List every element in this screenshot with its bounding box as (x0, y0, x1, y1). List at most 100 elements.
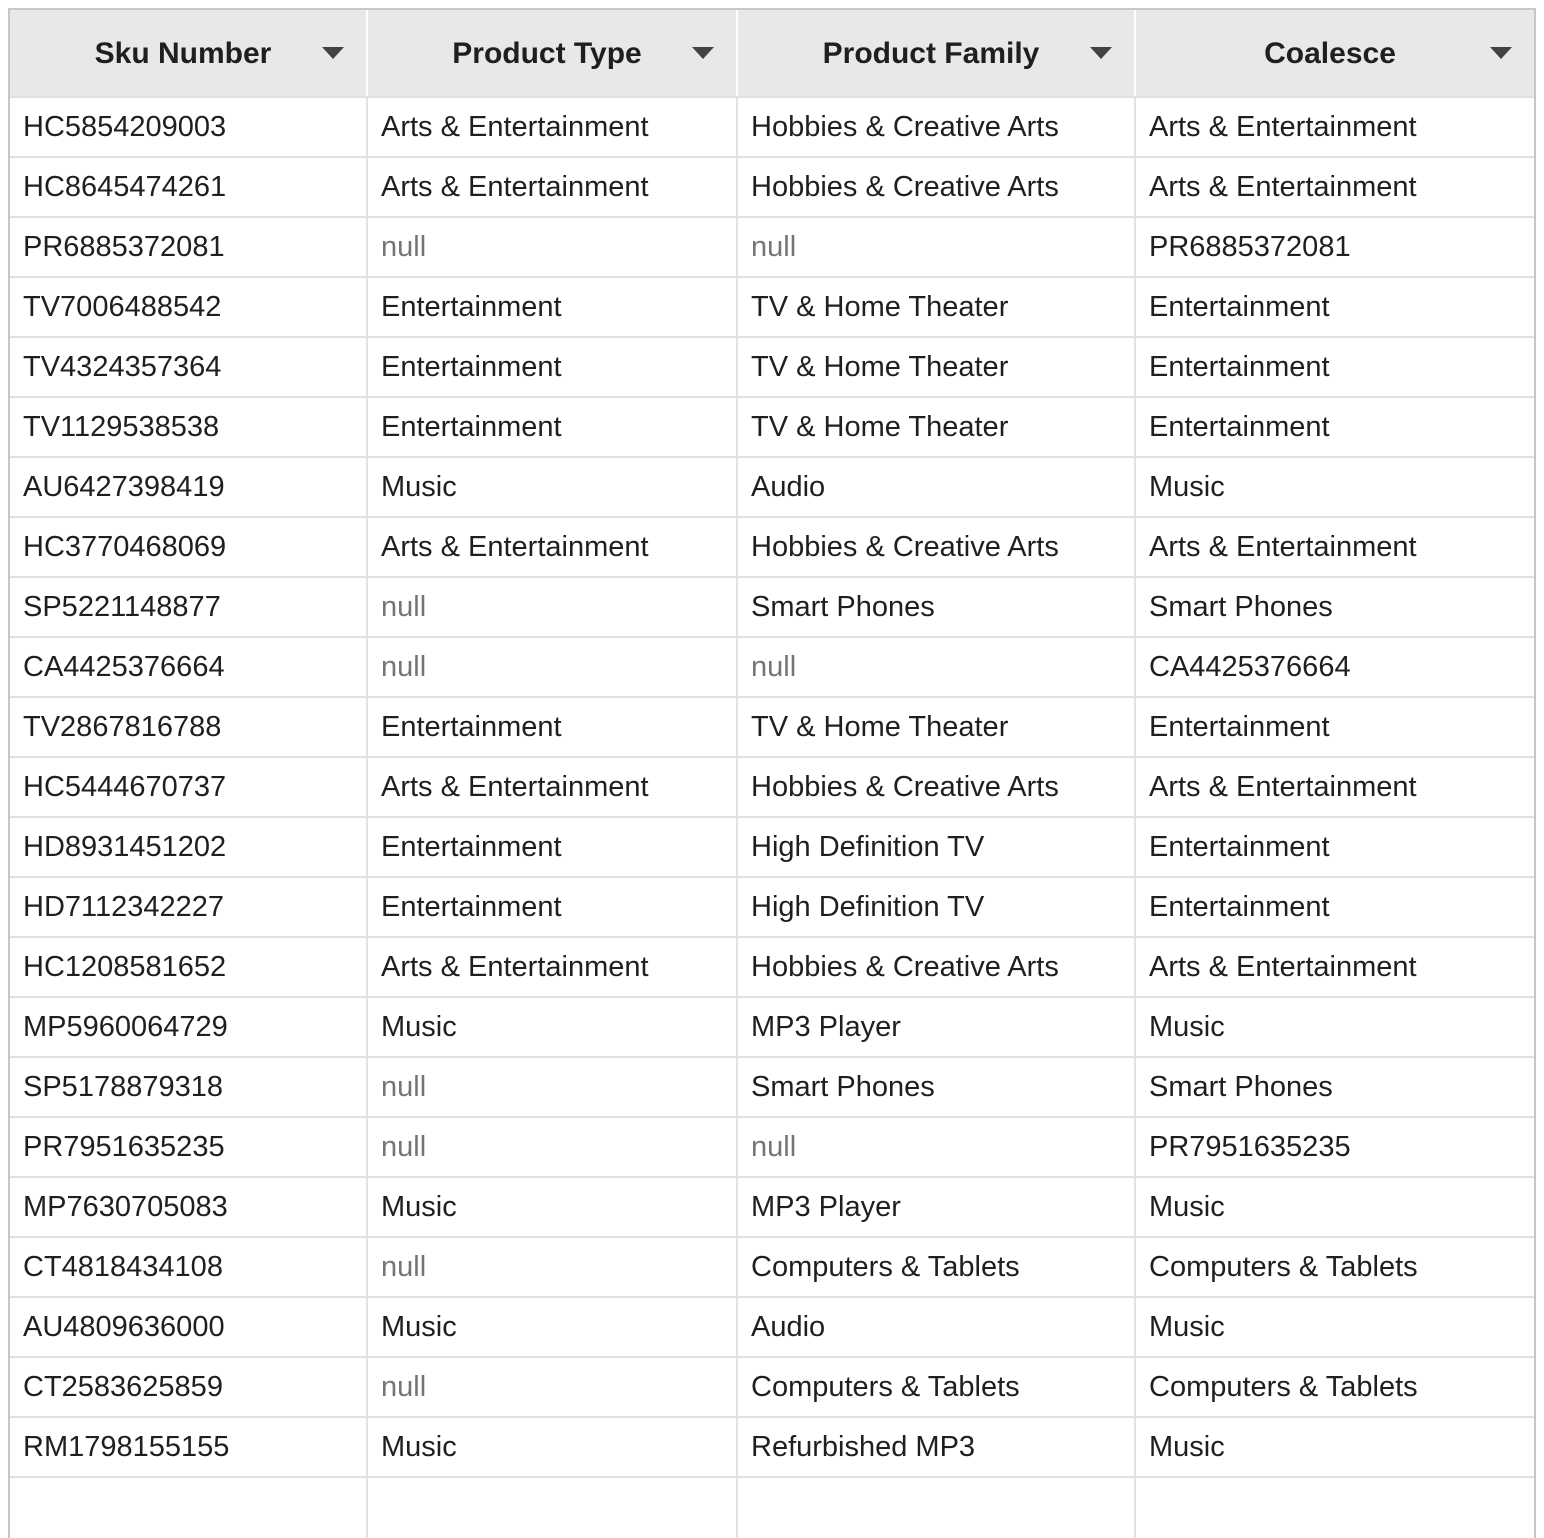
cell-product-type: Entertainment (366, 276, 736, 336)
cell-product-type: Arts & Entertainment (366, 936, 736, 996)
table-row: PR7951635235nullnullPR7951635235 (10, 1116, 1534, 1176)
data-table-container: Sku Number Product Type Product Family C… (8, 8, 1536, 1538)
cell-product-family: MP3 Player (736, 996, 1134, 1056)
cell-coalesce: Smart Phones (1134, 576, 1534, 636)
cell-product-family: Computers & Tablets (736, 1236, 1134, 1296)
dropdown-arrow-icon[interactable] (1490, 47, 1512, 59)
cell-product-family: Hobbies & Creative Arts (736, 756, 1134, 816)
dropdown-arrow-icon[interactable] (322, 47, 344, 59)
cell-product-type: Entertainment (366, 396, 736, 456)
cell-product-family (736, 1476, 1134, 1538)
table-row: SP5221148877nullSmart PhonesSmart Phones (10, 576, 1534, 636)
table-row: MP7630705083MusicMP3 PlayerMusic (10, 1176, 1534, 1236)
cell-sku-number: SP5221148877 (10, 576, 366, 636)
cell-product-type: Entertainment (366, 696, 736, 756)
cell-product-type: Arts & Entertainment (366, 156, 736, 216)
cell-coalesce: Arts & Entertainment (1134, 156, 1534, 216)
table-row: TV7006488542EntertainmentTV & Home Theat… (10, 276, 1534, 336)
cell-sku-number: SP5178879318 (10, 1056, 366, 1116)
cell-product-family: TV & Home Theater (736, 276, 1134, 336)
cell-coalesce: Music (1134, 1416, 1534, 1476)
table-header: Sku Number Product Type Product Family C… (10, 10, 1534, 96)
cell-product-family: High Definition TV (736, 816, 1134, 876)
dropdown-arrow-icon[interactable] (1090, 47, 1112, 59)
table-row: CT2583625859nullComputers & TabletsCompu… (10, 1356, 1534, 1416)
cell-product-family: TV & Home Theater (736, 396, 1134, 456)
column-header-product-family[interactable]: Product Family (736, 10, 1134, 96)
cell-product-type: null (366, 1356, 736, 1416)
cell-product-family: Computers & Tablets (736, 1356, 1134, 1416)
cell-product-type: null (366, 1056, 736, 1116)
cell-product-type: null (366, 636, 736, 696)
cell-coalesce: Entertainment (1134, 816, 1534, 876)
cell-product-type: Music (366, 456, 736, 516)
cell-product-type: Entertainment (366, 876, 736, 936)
table-row: CA4425376664nullnullCA4425376664 (10, 636, 1534, 696)
cell-product-type: null (366, 216, 736, 276)
cell-sku-number: HD8931451202 (10, 816, 366, 876)
table-row: HC8645474261Arts & EntertainmentHobbies … (10, 156, 1534, 216)
cell-product-family: Hobbies & Creative Arts (736, 516, 1134, 576)
table-row: MP5960064729MusicMP3 PlayerMusic (10, 996, 1534, 1056)
cell-product-family: null (736, 636, 1134, 696)
column-header-coalesce[interactable]: Coalesce (1134, 10, 1534, 96)
cell-product-family: MP3 Player (736, 1176, 1134, 1236)
table-row: PR6885372081nullnullPR6885372081 (10, 216, 1534, 276)
cell-coalesce: Music (1134, 1296, 1534, 1356)
cell-coalesce: Computers & Tablets (1134, 1356, 1534, 1416)
cell-coalesce: CA4425376664 (1134, 636, 1534, 696)
cell-product-family: null (736, 216, 1134, 276)
column-header-label: Product Type (452, 37, 651, 71)
cell-product-type: Arts & Entertainment (366, 516, 736, 576)
cell-product-type: null (366, 576, 736, 636)
cell-product-type: null (366, 1116, 736, 1176)
cell-sku-number: TV4324357364 (10, 336, 366, 396)
column-header-label: Product Family (823, 37, 1050, 71)
cell-sku-number: PR7951635235 (10, 1116, 366, 1176)
cell-sku-number: HD7112342227 (10, 876, 366, 936)
table-row: TV1129538538EntertainmentTV & Home Theat… (10, 396, 1534, 456)
cell-product-type: null (366, 1236, 736, 1296)
cell-coalesce: Computers & Tablets (1134, 1236, 1534, 1296)
cell-product-family: TV & Home Theater (736, 336, 1134, 396)
cell-sku-number: HC8645474261 (10, 156, 366, 216)
column-header-label: Coalesce (1264, 37, 1406, 71)
cell-product-family: Audio (736, 1296, 1134, 1356)
table-row: HC5444670737Arts & EntertainmentHobbies … (10, 756, 1534, 816)
cell-coalesce: Entertainment (1134, 336, 1534, 396)
table-row: TV2867816788EntertainmentTV & Home Theat… (10, 696, 1534, 756)
cell-sku-number: CT2583625859 (10, 1356, 366, 1416)
cell-sku-number: RM1798155155 (10, 1416, 366, 1476)
table-row: HC1208581652Arts & EntertainmentHobbies … (10, 936, 1534, 996)
column-header-label: Sku Number (95, 37, 282, 71)
cell-sku-number: MP5960064729 (10, 996, 366, 1056)
cell-product-type: Entertainment (366, 816, 736, 876)
cell-coalesce: PR7951635235 (1134, 1116, 1534, 1176)
column-header-sku-number[interactable]: Sku Number (10, 10, 366, 96)
table-row: HC5854209003Arts & EntertainmentHobbies … (10, 96, 1534, 156)
cell-product-family: Hobbies & Creative Arts (736, 936, 1134, 996)
table-row: HD7112342227EntertainmentHigh Definition… (10, 876, 1534, 936)
cell-coalesce: Entertainment (1134, 276, 1534, 336)
cell-coalesce: Music (1134, 456, 1534, 516)
table-header-row: Sku Number Product Type Product Family C… (10, 10, 1534, 96)
column-header-product-type[interactable]: Product Type (366, 10, 736, 96)
table-row: TV4324357364 EntertainmentTV & Home Theat… (10, 336, 1534, 396)
cell-sku-number: CA4425376664 (10, 636, 366, 696)
cell-coalesce: Music (1134, 1176, 1534, 1236)
cell-product-type: Music (366, 1416, 736, 1476)
cell-product-type: Music (366, 1296, 736, 1356)
cell-coalesce: Arts & Entertainment (1134, 96, 1534, 156)
cell-product-type: Music (366, 996, 736, 1056)
cell-sku-number: HC1208581652 (10, 936, 366, 996)
cell-product-family: High Definition TV (736, 876, 1134, 936)
cell-sku-number (10, 1476, 366, 1538)
cell-product-family: Refurbished MP3 (736, 1416, 1134, 1476)
dropdown-arrow-icon[interactable] (692, 47, 714, 59)
cell-product-type (366, 1476, 736, 1538)
cell-product-family: Smart Phones (736, 576, 1134, 636)
cell-coalesce: Arts & Entertainment (1134, 936, 1534, 996)
table-body: HC5854209003Arts & EntertainmentHobbies … (10, 96, 1534, 1538)
cell-sku-number: AU6427398419 (10, 456, 366, 516)
cell-coalesce: Entertainment (1134, 396, 1534, 456)
